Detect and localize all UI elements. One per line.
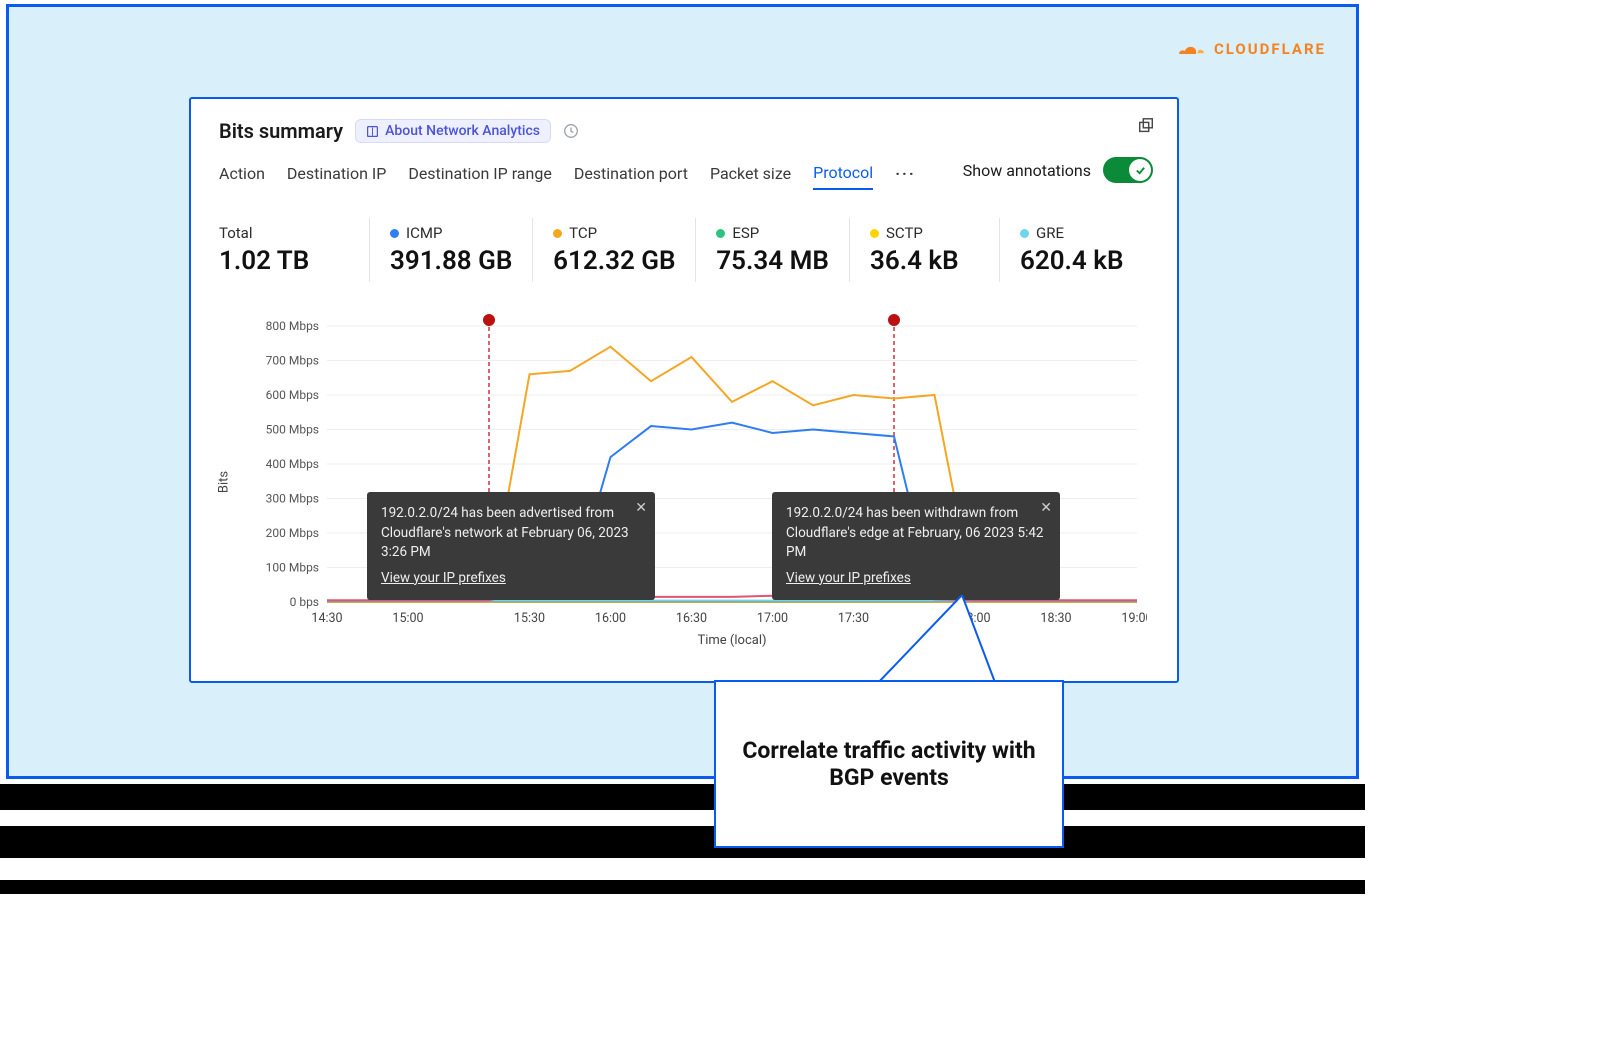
view-ip-prefixes-link[interactable]: View your IP prefixes — [786, 569, 911, 589]
annotations-label: Show annotations — [963, 161, 1091, 180]
svg-text:700 Mbps: 700 Mbps — [266, 354, 319, 368]
dot-esp — [716, 229, 725, 238]
metric-esp: ESP 75.34 MB — [695, 218, 849, 282]
svg-text:300 Mbps: 300 Mbps — [266, 492, 319, 506]
svg-text:15:30: 15:30 — [514, 611, 545, 626]
svg-text:100 Mbps: 100 Mbps — [266, 561, 319, 575]
svg-text:500 Mbps: 500 Mbps — [266, 423, 319, 437]
svg-text:16:30: 16:30 — [676, 611, 707, 626]
svg-text:800 Mbps: 800 Mbps — [266, 319, 319, 333]
about-network-analytics-link[interactable]: About Network Analytics — [355, 119, 551, 143]
svg-text:19:00: 19:00 — [1121, 611, 1147, 626]
clock-icon — [563, 123, 579, 139]
close-icon[interactable]: ✕ — [635, 498, 647, 518]
svg-text:600 Mbps: 600 Mbps — [266, 388, 319, 402]
annotation-tooltip-advertise: ✕ 192.0.2.0/24 has been advertised from … — [367, 492, 655, 600]
svg-text:18:30: 18:30 — [1040, 611, 1071, 626]
close-icon[interactable]: ✕ — [1040, 498, 1052, 518]
bits-summary-panel: Bits summary About Network Analytics — [189, 97, 1179, 683]
dot-icmp — [390, 229, 399, 238]
svg-text:15:00: 15:00 — [392, 611, 423, 626]
brand-text: CLOUDFLARE — [1214, 40, 1326, 58]
tab-action[interactable]: Action — [219, 164, 265, 189]
toggle-thumb — [1129, 159, 1151, 181]
book-icon — [366, 125, 379, 138]
svg-text:17:30: 17:30 — [838, 611, 869, 626]
callout-arrow — [876, 595, 996, 685]
check-icon — [1135, 165, 1146, 176]
svg-text:14:30: 14:30 — [311, 611, 342, 626]
svg-text:17:00: 17:00 — [757, 611, 788, 626]
tab-destination-ip-range[interactable]: Destination IP range — [408, 164, 552, 189]
chart-area: Bits 0 bps 100 Mbps 200 Mbps 300 Mbps 400 Mb… — [219, 312, 1149, 652]
annotation-tooltip-withdraw: ✕ 192.0.2.0/24 has been withdrawn from C… — [772, 492, 1060, 600]
tab-packet-size[interactable]: Packet size — [710, 164, 791, 189]
svg-text:200 Mbps: 200 Mbps — [266, 526, 319, 540]
tab-protocol[interactable]: Protocol — [813, 163, 873, 190]
line-chart[interactable]: 0 bps 100 Mbps 200 Mbps 300 Mbps 400 Mbps 500… — [237, 312, 1147, 652]
annotation-text: 192.0.2.0/24 has been advertised from Cl… — [381, 504, 641, 563]
metric-sctp: SCTP 36.4 kB — [849, 218, 999, 282]
expand-icon[interactable] — [1137, 117, 1155, 135]
dot-gre — [1020, 229, 1029, 238]
metrics-row: Total 1.02 TB ICMP 391.88 GB TCP 612.32 … — [219, 218, 1149, 282]
dot-tcp — [553, 229, 562, 238]
metric-tcp: TCP 612.32 GB — [532, 218, 695, 282]
annotations-toggle[interactable] — [1103, 157, 1153, 183]
tabs-overflow-icon[interactable]: ··· — [895, 164, 915, 189]
svg-text:16:00: 16:00 — [595, 611, 626, 626]
metric-gre: GRE 620.4 kB — [999, 218, 1149, 282]
panel-title: Bits summary — [219, 119, 343, 143]
metric-total: Total 1.02 TB — [219, 218, 369, 282]
annotation-text: 192.0.2.0/24 has been withdrawn from Clo… — [786, 504, 1046, 563]
callout-box: Correlate traffic activity with BGP even… — [714, 680, 1064, 848]
svg-text:400 Mbps: 400 Mbps — [266, 457, 319, 471]
dot-sctp — [870, 229, 879, 238]
metric-icmp: ICMP 391.88 GB — [369, 218, 532, 282]
svg-text:0 bps: 0 bps — [290, 595, 319, 609]
tab-destination-ip[interactable]: Destination IP — [287, 164, 386, 189]
page-frame: CLOUDFLARE Bits summary About Network An… — [6, 4, 1359, 779]
tab-destination-port[interactable]: Destination port — [574, 164, 688, 189]
callout-text: Correlate traffic activity with BGP even… — [736, 737, 1042, 791]
y-axis-label: Bits — [217, 471, 232, 493]
cloudflare-icon — [1172, 39, 1206, 59]
brand-logo: CLOUDFLARE — [1172, 39, 1326, 59]
view-ip-prefixes-link[interactable]: View your IP prefixes — [381, 569, 506, 589]
about-link-label: About Network Analytics — [385, 123, 540, 139]
svg-text:Time (local): Time (local) — [697, 633, 766, 648]
